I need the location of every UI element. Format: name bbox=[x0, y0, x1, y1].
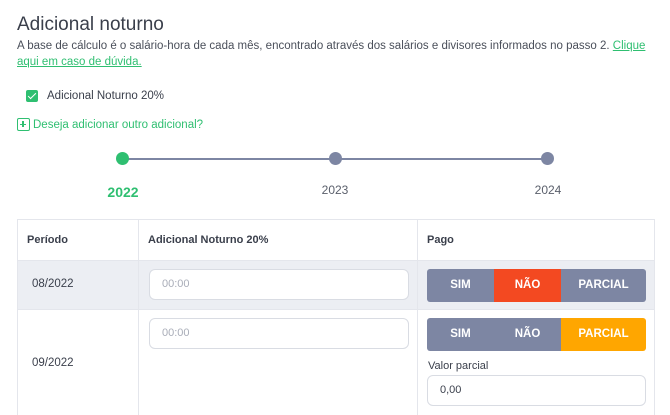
pago-segmented-control: SIM NÃO PARCIAL bbox=[427, 318, 646, 351]
parcial-button[interactable]: PARCIAL bbox=[561, 269, 646, 302]
row-periodo: 09/2022 bbox=[32, 357, 74, 369]
sim-button[interactable]: SIM bbox=[427, 269, 494, 302]
table-row: 09/2022 00:00 SIM NÃO PARCIAL Valor parc… bbox=[18, 310, 654, 415]
timeline-line-2 bbox=[341, 158, 543, 160]
parcial-button[interactable]: PARCIAL bbox=[561, 318, 646, 351]
sim-button[interactable]: SIM bbox=[427, 318, 494, 351]
checkbox-checked[interactable] bbox=[26, 90, 38, 102]
partial-value-input[interactable]: 0,00 bbox=[427, 375, 646, 406]
column-divider bbox=[417, 220, 418, 415]
description-text: A base de cálculo é o salário-hora de ca… bbox=[17, 40, 610, 52]
page-description: A base de cálculo é o salário-hora de ca… bbox=[17, 38, 657, 70]
hours-input[interactable]: 00:00 bbox=[149, 318, 409, 349]
column-divider bbox=[138, 220, 139, 415]
table-row: 08/2022 00:00 SIM NÃO PARCIAL bbox=[18, 261, 654, 309]
add-adicional-label: Deseja adicionar outro adicional? bbox=[33, 118, 204, 131]
checkbox-label: Adicional Noturno 20% bbox=[47, 90, 164, 102]
timeline-year-2022[interactable]: 2022 bbox=[107, 184, 138, 200]
nao-button[interactable]: NÃO bbox=[494, 269, 561, 302]
add-adicional-link[interactable]: Deseja adicionar outro adicional? bbox=[17, 118, 203, 131]
hours-input[interactable]: 00:00 bbox=[149, 269, 409, 300]
page-title: Adicional noturno bbox=[17, 14, 164, 35]
year-timeline: 2022 2023 2024 bbox=[0, 150, 670, 200]
header-adicional: Adicional Noturno 20% bbox=[148, 234, 269, 246]
pago-segmented-control: SIM NÃO PARCIAL bbox=[427, 269, 646, 302]
plus-square-icon bbox=[17, 118, 30, 131]
timeline-line-1 bbox=[128, 158, 330, 160]
nao-button[interactable]: NÃO bbox=[494, 318, 561, 351]
header-periodo: Período bbox=[27, 234, 68, 246]
timeline-dot-2023[interactable] bbox=[329, 152, 342, 165]
partial-value-label: Valor parcial bbox=[428, 360, 489, 372]
timeline-year-2024[interactable]: 2024 bbox=[535, 183, 562, 197]
timeline-year-2023[interactable]: 2023 bbox=[322, 183, 349, 197]
adicional-checkbox-row[interactable]: Adicional Noturno 20% bbox=[26, 90, 164, 102]
adicional-table: Período Adicional Noturno 20% Pago 08/20… bbox=[17, 219, 655, 415]
row-periodo: 08/2022 bbox=[32, 278, 74, 290]
header-pago: Pago bbox=[427, 234, 454, 246]
timeline-dot-2024[interactable] bbox=[541, 152, 554, 165]
timeline-dot-2022[interactable] bbox=[116, 152, 129, 165]
